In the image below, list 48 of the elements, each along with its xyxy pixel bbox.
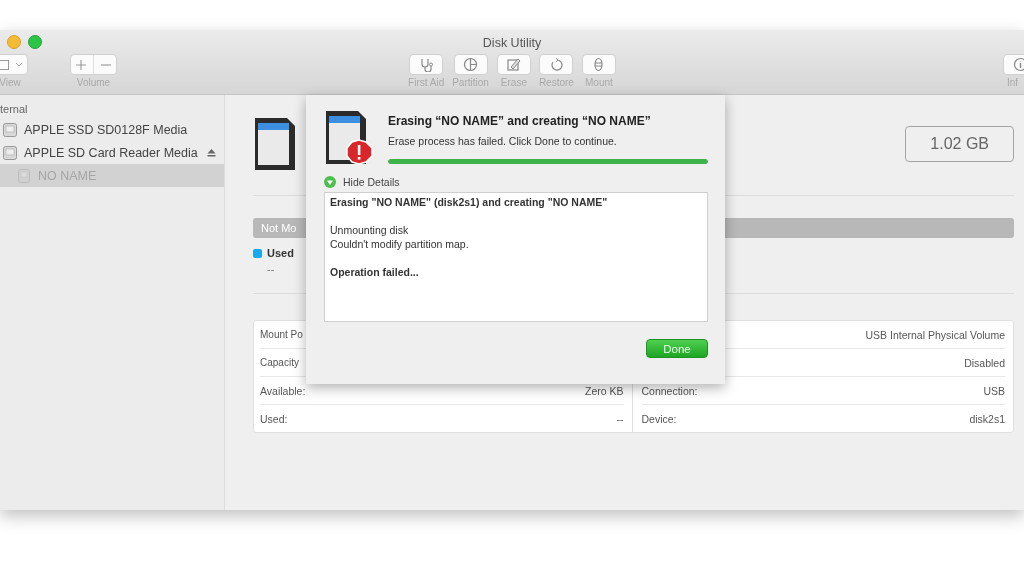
sidebar-icon bbox=[0, 58, 9, 71]
sidebar-item[interactable]: APPLE SSD SD0128F Media bbox=[0, 118, 224, 141]
window-title: Disk Utility bbox=[482, 35, 542, 50]
volume-icon bbox=[16, 167, 32, 184]
info-value: USB bbox=[983, 384, 1005, 397]
legend-value: -- bbox=[266, 262, 276, 275]
eject-icon bbox=[207, 148, 216, 157]
toolbar-button[interactable] bbox=[409, 54, 444, 75]
stethoscope-icon bbox=[418, 57, 434, 72]
sidebar-item[interactable]: APPLE SD Card Reader Media bbox=[0, 141, 224, 164]
info-label: Device: bbox=[641, 412, 677, 425]
details-toggle[interactable]: Hide Details bbox=[324, 176, 400, 188]
legend-label: Used bbox=[267, 247, 294, 259]
restore-icon bbox=[548, 57, 564, 72]
info-value: -- bbox=[616, 412, 624, 425]
info-label: Connection: bbox=[641, 384, 698, 397]
capacity-label: 1.02 GB bbox=[905, 126, 1014, 162]
dialog-message: Erase process has failed. Click Done to continue. bbox=[388, 135, 618, 147]
info-value: Disabled bbox=[964, 356, 1005, 369]
plus-icon bbox=[75, 58, 87, 71]
log-line: Couldn't modify partition map. bbox=[330, 237, 470, 251]
info-label: Capacity bbox=[260, 357, 299, 368]
toolbar-button[interactable] bbox=[496, 54, 531, 75]
info-value: USB Internal Physical Volume bbox=[865, 328, 1005, 341]
log-line: Erasing "NO NAME" (disk2s1) and creating "NO NAME" bbox=[330, 195, 609, 209]
minimize-button[interactable] bbox=[7, 35, 21, 49]
zoom-button[interactable] bbox=[28, 35, 42, 49]
sd-card-warning-icon bbox=[324, 110, 374, 166]
info-label: Mount Po bbox=[260, 329, 303, 340]
info-value: disk2s1 bbox=[969, 412, 1005, 425]
info-value: Zero KB bbox=[585, 384, 624, 397]
chevron-icon bbox=[15, 61, 23, 68]
info-label: Available: bbox=[260, 384, 306, 397]
log-line: Unmounting disk bbox=[330, 223, 410, 237]
sidebar-header: ternal bbox=[0, 102, 29, 117]
pie-chart-icon bbox=[463, 57, 479, 72]
volume-buttons[interactable] bbox=[70, 54, 117, 75]
toolbar-button[interactable] bbox=[453, 54, 488, 75]
toolbar-button[interactable] bbox=[539, 54, 574, 75]
view-button[interactable] bbox=[0, 54, 28, 75]
toolbar-button[interactable] bbox=[581, 54, 616, 75]
sd-card-icon bbox=[253, 117, 295, 171]
usage-bar-label: Not Mo bbox=[261, 222, 297, 234]
info-icon bbox=[1012, 57, 1024, 72]
log-line: Operation failed... bbox=[330, 265, 420, 279]
info-label: Used: bbox=[260, 412, 288, 425]
dialog-title: Erasing “NO NAME” and creating “NO NAME” bbox=[388, 114, 652, 128]
eraser-icon bbox=[506, 57, 522, 72]
